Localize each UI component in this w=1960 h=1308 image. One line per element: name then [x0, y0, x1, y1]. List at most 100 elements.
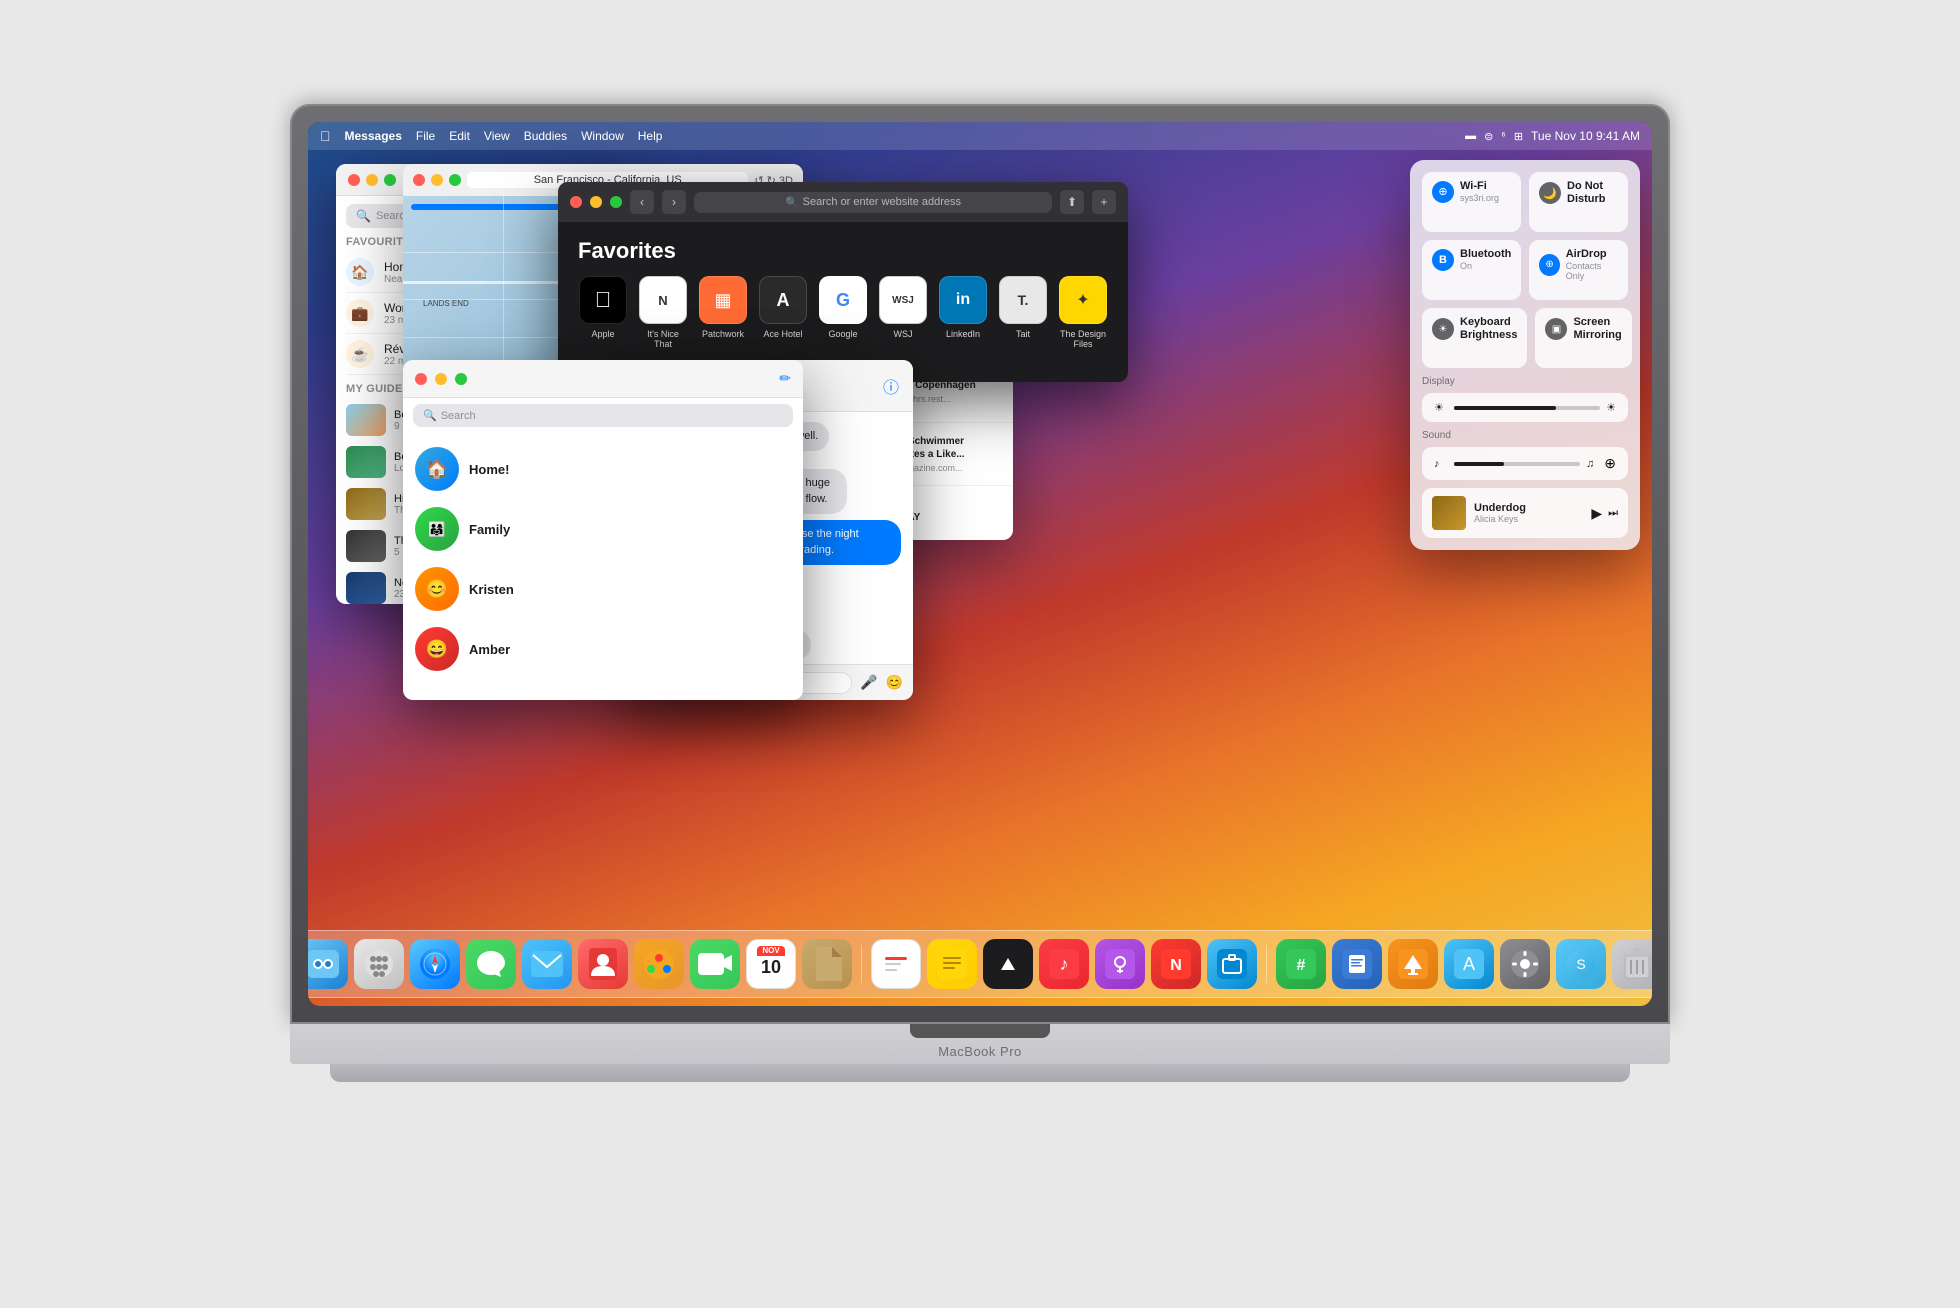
cc-bluetooth-tile[interactable]: B Bluetooth On: [1422, 240, 1521, 300]
dock-podcasts[interactable]: [1095, 939, 1145, 989]
dock-numbers[interactable]: #: [1276, 939, 1326, 989]
dock-keynote[interactable]: [1388, 939, 1438, 989]
album-art: [1432, 496, 1466, 530]
info-button[interactable]: ⓘ: [883, 374, 899, 398]
dnd-icon: 🌙: [1539, 182, 1561, 204]
apple-menu-icon[interactable]: : [320, 128, 331, 144]
close-btn[interactable]: [413, 174, 425, 186]
safari-add-tab[interactable]: +: [1092, 190, 1116, 214]
screen-bezel:  Messages File Edit View Buddies Window…: [308, 122, 1652, 1006]
dock-pages[interactable]: [1332, 939, 1382, 989]
play-button[interactable]: ▶: [1591, 505, 1602, 522]
next-button[interactable]: ⏭: [1608, 507, 1618, 520]
cc-airdrop-tile[interactable]: ⊕ AirDrop Contacts Only: [1529, 240, 1628, 300]
dock-facetime[interactable]: [690, 939, 740, 989]
airplay-icon[interactable]: ⊕: [1604, 455, 1616, 472]
dock-appstore[interactable]: A: [1444, 939, 1494, 989]
msg-min[interactable]: [435, 373, 447, 385]
dock-photos[interactable]: [634, 939, 684, 989]
wifi-icon[interactable]: ⊜: [1484, 130, 1493, 143]
bluetooth-icon: B: [1432, 249, 1454, 271]
fav-design-label: The Design Files: [1058, 329, 1108, 349]
favorites-title: Favorites: [578, 238, 1108, 264]
dock-finder[interactable]: [308, 939, 348, 989]
cc-wifi-tile[interactable]: ⊕ Wi-Fi sys3ri.org: [1422, 172, 1521, 232]
emoji-icon[interactable]: 😊: [886, 674, 903, 691]
fav-design-files[interactable]: ✦ The Design Files: [1058, 276, 1108, 349]
dock-trash[interactable]: [1612, 939, 1652, 989]
menu-file[interactable]: File: [416, 129, 435, 143]
fav-google[interactable]: G Google: [818, 276, 868, 349]
fav-linkedin[interactable]: in LinkedIn: [938, 276, 988, 349]
cc-keyboard-tile[interactable]: ☀ KeyboardBrightness: [1422, 308, 1527, 368]
work-icon: 💼: [346, 299, 374, 327]
dock-files[interactable]: [802, 939, 852, 989]
dock-reminders[interactable]: [871, 939, 921, 989]
cc-row-1: ⊕ Wi-Fi sys3ri.org 🌙: [1422, 172, 1628, 232]
contact-amber[interactable]: 😄 Amber: [403, 619, 803, 679]
messages-search[interactable]: 🔍 Search: [413, 404, 793, 427]
dock-screentime[interactable]: [1207, 939, 1257, 989]
menu-buddies[interactable]: Buddies: [524, 129, 567, 143]
dock-safari[interactable]: [410, 939, 460, 989]
sound-slider[interactable]: ♪ ♫ ⊕: [1422, 447, 1628, 480]
fav-wsj-icon: WSJ: [879, 276, 927, 324]
fav-itsnice[interactable]: N It's Nice That: [638, 276, 688, 349]
contact-family[interactable]: 👨‍👩‍👧 Family: [403, 499, 803, 559]
cc-mirroring-tile[interactable]: ▣ ScreenMirroring: [1535, 308, 1631, 368]
compose-icon[interactable]: ✏: [779, 370, 791, 387]
menu-help[interactable]: Help: [638, 129, 663, 143]
brightness-high-icon: ☀: [1606, 401, 1616, 414]
control-center-icon[interactable]: ⊞: [1514, 130, 1523, 143]
safari-forward[interactable]: ›: [662, 190, 686, 214]
dock-contacts[interactable]: [578, 939, 628, 989]
menu-window[interactable]: Window: [581, 129, 624, 143]
cc-dnd-tile[interactable]: 🌙 Do NotDisturb: [1529, 172, 1628, 232]
safari-max[interactable]: [610, 196, 622, 208]
menu-view[interactable]: View: [484, 129, 510, 143]
minimize-button[interactable]: [366, 174, 378, 186]
svg-text:♪: ♪: [1060, 954, 1069, 974]
fav-itsnice-icon: N: [639, 276, 687, 324]
wifi-status: sys3ri.org: [1460, 193, 1499, 203]
safari-address-bar[interactable]: 🔍 Search or enter website address: [694, 192, 1052, 213]
dock-systempreferences[interactable]: [1500, 939, 1550, 989]
fav-acehotel[interactable]: A Ace Hotel: [758, 276, 808, 349]
fav-tait[interactable]: T. Tait: [998, 276, 1048, 349]
macbook-camera-notch: [910, 1024, 1050, 1038]
fav-linkedin-icon: in: [939, 276, 987, 324]
dock-notes[interactable]: [927, 939, 977, 989]
min-btn[interactable]: [431, 174, 443, 186]
max-btn[interactable]: [449, 174, 461, 186]
fav-apple[interactable]:  Apple: [578, 276, 628, 349]
contact-neighborhood[interactable]: 🏘️ Neighborhood: [403, 679, 803, 683]
dock-calendar[interactable]: NOV 10: [746, 939, 796, 989]
contact-home[interactable]: 🏠 Home!: [403, 439, 803, 499]
dock-siri[interactable]: S: [1556, 939, 1606, 989]
close-button[interactable]: [348, 174, 360, 186]
safari-close[interactable]: [570, 196, 582, 208]
maximize-button[interactable]: [384, 174, 396, 186]
dock-launchpad[interactable]: [354, 939, 404, 989]
dock-music[interactable]: ♪: [1039, 939, 1089, 989]
msg-close[interactable]: [415, 373, 427, 385]
bluetooth-status: On: [1460, 261, 1511, 271]
brightness-track: [1454, 406, 1600, 410]
safari-share[interactable]: ⬆: [1060, 190, 1084, 214]
fav-patchwork[interactable]: ▦ Patchwork: [698, 276, 748, 349]
fav-wsj[interactable]: WSJ WSJ: [878, 276, 928, 349]
fav-tait-icon: T.: [999, 276, 1047, 324]
safari-favorites: Favorites  Apple N It's Nice That: [558, 222, 1128, 365]
safari-back[interactable]: ‹: [630, 190, 654, 214]
dock-messages[interactable]: [466, 939, 516, 989]
msg-max[interactable]: [455, 373, 467, 385]
dock-appletv[interactable]: [983, 939, 1033, 989]
display-slider[interactable]: ☀ ☀: [1422, 393, 1628, 422]
contact-kristen[interactable]: 😊 Kristen: [403, 559, 803, 619]
dock-news[interactable]: N: [1151, 939, 1201, 989]
safari-min[interactable]: [590, 196, 602, 208]
bluetooth-icon[interactable]: ⁶: [1501, 130, 1506, 142]
audio-icon[interactable]: 🎤: [860, 674, 877, 691]
dock-mail[interactable]: [522, 939, 572, 989]
menu-edit[interactable]: Edit: [449, 129, 470, 143]
